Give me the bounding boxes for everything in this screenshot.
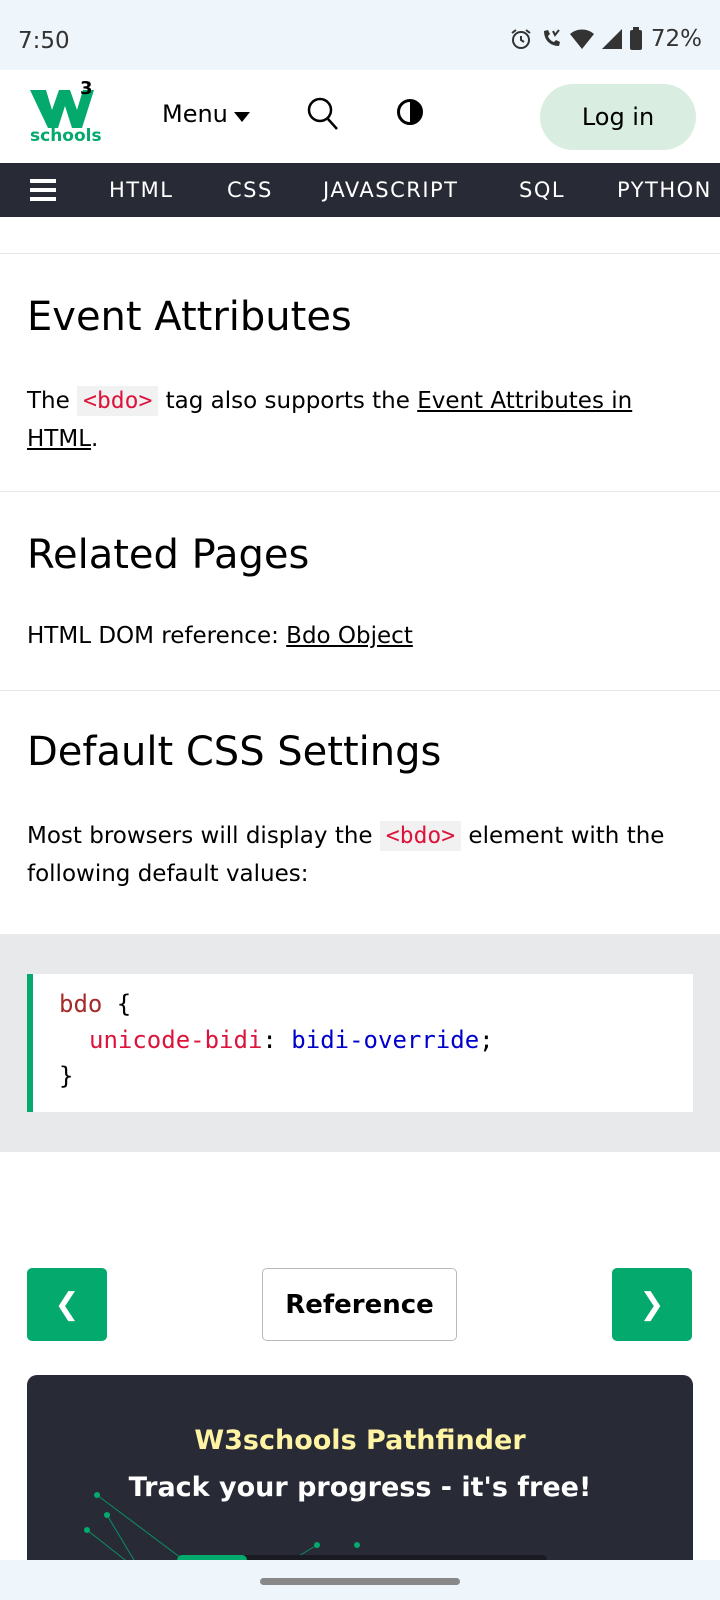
event-text-after: . xyxy=(91,426,99,452)
pathfinder-title: W3schools Pathfinder xyxy=(194,1425,526,1456)
code-line-2: unicode-bidi: bidi-override; xyxy=(89,1026,494,1054)
previous-page-button[interactable]: ❮ xyxy=(27,1268,107,1341)
menu-button[interactable]: Menu xyxy=(162,100,250,128)
semicolon: ; xyxy=(479,1026,494,1054)
colon: : xyxy=(262,1026,292,1054)
event-text-middle: tag also supports the xyxy=(158,388,418,414)
alarm-icon xyxy=(509,27,533,51)
nav-item-sql[interactable]: SQL xyxy=(519,178,565,202)
top-navigation: HTML CSS JAVASCRIPT SQL PYTHON xyxy=(0,163,720,217)
related-pages-heading: Related Pages xyxy=(27,532,310,578)
status-time: 7:50 xyxy=(18,28,70,54)
nav-item-html[interactable]: HTML xyxy=(109,178,173,202)
wifi-icon xyxy=(569,28,595,50)
status-icons: 72% xyxy=(509,26,702,52)
bdo-tag-inline: <bdo> xyxy=(77,386,159,416)
default-css-heading: Default CSS Settings xyxy=(27,729,442,775)
chevron-left-icon: ❮ xyxy=(54,1287,80,1322)
next-page-button[interactable]: ❯ xyxy=(612,1268,692,1341)
caret-down-icon xyxy=(233,100,250,128)
related-text: HTML DOM reference: xyxy=(27,623,287,649)
status-bar: 7:50 72% xyxy=(0,0,720,70)
signal-icon xyxy=(601,28,623,50)
battery-percentage: 72% xyxy=(650,26,702,52)
divider xyxy=(0,690,720,691)
code-line-1: bdo { xyxy=(59,990,131,1018)
nav-item-javascript[interactable]: JAVASCRIPT xyxy=(323,178,459,202)
pathfinder-subtitle: Track your progress - it's free! xyxy=(128,1472,592,1503)
network-node-icon xyxy=(354,1542,360,1548)
default-css-text-before: Most browsers will display the xyxy=(27,823,380,849)
divider xyxy=(0,491,720,492)
bdo-tag-inline: <bdo> xyxy=(379,821,462,851)
menu-label: Menu xyxy=(162,100,228,128)
css-value: bidi-override xyxy=(291,1026,480,1054)
logo-superscript: 3 xyxy=(80,78,93,99)
battery-icon xyxy=(629,27,643,51)
login-button[interactable]: Log in xyxy=(540,84,696,150)
logo-text: schools xyxy=(30,126,102,146)
chevron-right-icon: ❯ xyxy=(639,1287,665,1322)
reference-button[interactable]: Reference xyxy=(262,1268,457,1341)
divider xyxy=(0,253,720,254)
bdo-object-link[interactable]: Bdo Object xyxy=(286,623,413,649)
system-navigation-area xyxy=(0,1560,720,1600)
event-text-before: The xyxy=(27,388,78,414)
event-attributes-heading: Event Attributes xyxy=(27,294,352,340)
open-brace: { xyxy=(102,990,132,1018)
related-pages-text: HTML DOM reference: Bdo Object xyxy=(27,617,697,655)
close-brace: } xyxy=(59,1062,74,1090)
search-icon xyxy=(306,97,340,136)
contrast-icon xyxy=(396,99,424,130)
search-button[interactable] xyxy=(306,96,340,137)
site-header: 3 schools Menu Log in xyxy=(0,70,720,163)
css-selector: bdo xyxy=(59,990,103,1018)
wifi-call-icon xyxy=(539,27,563,51)
css-property: unicode-bidi xyxy=(89,1026,263,1054)
nav-item-css[interactable]: CSS xyxy=(227,178,273,202)
code-line-3: } xyxy=(59,1062,73,1090)
default-css-text: Most browsers will display the <bdo> ele… xyxy=(27,817,697,893)
home-gesture-bar[interactable] xyxy=(260,1578,460,1585)
event-attributes-text: The <bdo> tag also supports the Event At… xyxy=(27,382,697,458)
nav-item-python[interactable]: PYTHON xyxy=(617,178,712,202)
hamburger-menu-icon[interactable] xyxy=(30,178,56,207)
theme-toggle-button[interactable] xyxy=(396,98,424,131)
code-example: bdo { unicode-bidi: bidi-override; } xyxy=(27,974,693,1112)
